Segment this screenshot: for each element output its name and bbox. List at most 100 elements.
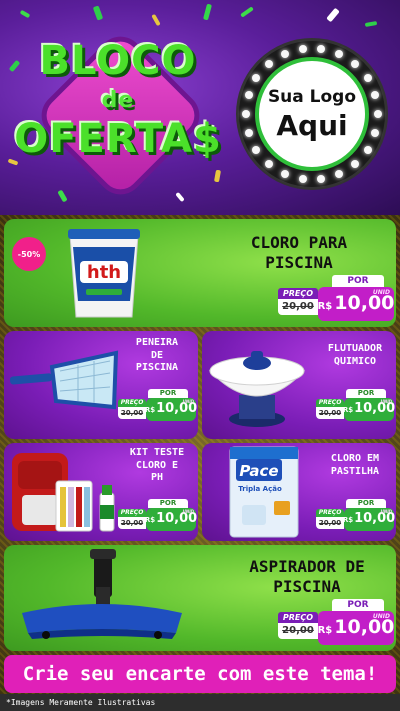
confetti	[364, 20, 378, 28]
product-name-line-1: CLORO EM	[330, 453, 380, 464]
bag-subtitle-text: Tripla Ação	[238, 485, 282, 493]
chlorine-tablets-bag-icon: Pace Tripla Ação	[228, 445, 300, 539]
logo-light-dot	[335, 170, 344, 179]
por-label: POR	[332, 599, 384, 611]
product-name-line-2: QUIMICO	[333, 355, 377, 367]
currency-symbol: R$	[342, 516, 354, 524]
confetti	[19, 9, 31, 19]
logo-light-dot	[298, 175, 307, 184]
logo-circle: Sua Logo Aqui	[255, 57, 369, 171]
test-kit-icon	[8, 447, 120, 537]
por-label: POR	[346, 389, 386, 398]
old-price: 20,00	[278, 623, 318, 639]
old-price: 20,00	[316, 517, 344, 529]
new-price: R$ 10,00 UNID	[144, 508, 197, 531]
unit-label: UNID	[182, 509, 194, 514]
product-card-peneira-de-piscina[interactable]: PENEIRA DE PISCINA POR PREÇO 20,00 R$ 10…	[4, 331, 198, 439]
logo-light-dot	[298, 44, 307, 53]
product-name: PENEIRA DE PISCINA	[116, 337, 198, 375]
logo-light-dot	[264, 60, 273, 69]
title-line-3: OFERTA$	[14, 116, 222, 162]
new-price: R$ 10,00 UNID	[318, 287, 394, 321]
logo-light-dot	[351, 159, 360, 168]
unit-label: UNID	[372, 289, 390, 296]
product-card-flutuador-quimico[interactable]: FLUTUADOR QUIMICO POR PREÇO 20,00 R$ 10,…	[202, 331, 396, 439]
logo-light-dot	[252, 74, 261, 83]
preco-label: PREÇO	[316, 399, 344, 407]
logo-light-dot	[371, 91, 380, 100]
new-price: R$ 10,00 UNID	[318, 611, 394, 645]
product-card-kit-teste[interactable]: KIT TESTE CLORO E PH POR PREÇO 20,00 R$ …	[4, 443, 198, 541]
new-price: R$ 10,00 UNID	[342, 508, 395, 531]
header-banner: BLOCO de OFERTA$ Sua Logo Aqui	[0, 0, 400, 215]
product-name-line-2: PISCINA	[265, 253, 333, 272]
product-name-line-2: PISCINA	[273, 577, 341, 596]
logo-light-dot	[351, 60, 360, 69]
bag-brand-text: Pace	[239, 462, 278, 480]
product-name-line-2: DE	[150, 349, 164, 361]
title-line-1: BLOCO	[39, 38, 197, 84]
product-name-line-3: PH	[150, 472, 164, 483]
currency-symbol: R$	[342, 406, 354, 414]
por-label: POR	[148, 389, 188, 398]
unit-label: UNID	[380, 509, 392, 514]
product-name-line-2: CLORO E	[135, 459, 179, 471]
preco-label: PREÇO	[278, 612, 318, 623]
preco-label: PREÇO	[278, 288, 318, 299]
product-name-line-1: PENEIRA	[135, 337, 179, 348]
product-name-line-1: CLORO PARA	[250, 233, 348, 252]
price-tag: POR PREÇO 20,00 R$ 10,00 UNID	[316, 389, 395, 423]
old-price: 20,00	[278, 299, 318, 315]
preco-label: PREÇO	[118, 509, 146, 517]
price-tag: POR PREÇO 20,00 R$ 10,00 UNID	[278, 275, 394, 323]
product-name: KIT TESTE CLORO E PH	[116, 447, 198, 485]
confetti	[92, 5, 104, 21]
currency-symbol: R$	[144, 516, 156, 524]
old-price: 20,00	[316, 407, 344, 419]
confetti	[57, 189, 68, 203]
unit-label: UNID	[182, 399, 194, 404]
logo-light-dot	[242, 110, 250, 118]
product-card-aspirador-de-piscina[interactable]: ASPIRADOR DE PISCINA POR PREÇO 20,00 R$ …	[4, 545, 396, 651]
product-name-line-1: FLUTUADOR	[327, 343, 383, 354]
price-tag: POR PREÇO 20,00 R$ 10,00 UNID	[316, 499, 395, 533]
por-label: POR	[148, 499, 188, 508]
currency-symbol: R$	[317, 625, 333, 636]
discount-badge: -50%	[12, 237, 46, 271]
unit-label: UNID	[372, 613, 390, 620]
disclaimer-text: *Imagens Meramente Ilustrativas	[0, 694, 400, 711]
por-label: POR	[346, 499, 386, 508]
cta-banner[interactable]: Crie seu encarte com este tema!	[4, 655, 396, 693]
logo-light-dot	[335, 49, 344, 58]
product-name-line-3: PISCINA	[135, 362, 179, 373]
currency-symbol: R$	[317, 301, 333, 312]
preco-label: PREÇO	[118, 399, 146, 407]
logo-line-1: Sua Logo	[267, 86, 357, 107]
old-price: 20,00	[118, 407, 146, 419]
logo-light-dot	[363, 74, 372, 83]
confetti	[175, 191, 185, 203]
product-name: ASPIRADOR DE PISCINA	[224, 557, 390, 597]
product-card-cloro-em-pastilha[interactable]: Pace Tripla Ação CLORO EM PASTILHA POR P…	[202, 443, 396, 541]
logo-light-dot	[252, 145, 261, 154]
logo-light-dot	[280, 170, 289, 179]
logo-light-dot	[280, 49, 289, 58]
product-name: CLORO EM PASTILHA	[314, 453, 396, 478]
confetti	[326, 7, 340, 23]
logo-light-dot	[363, 145, 372, 154]
price-tag: POR PREÇO 20,00 R$ 10,00 UNID	[278, 599, 394, 647]
new-price: R$ 10,00 UNID	[144, 398, 197, 421]
product-name-line-2: PASTILHA	[330, 465, 380, 477]
product-name: CLORO PARA PISCINA	[224, 233, 374, 273]
currency-symbol: R$	[144, 406, 156, 414]
chemical-floater-icon	[202, 337, 312, 433]
product-name-line-1: ASPIRADOR DE	[249, 557, 365, 576]
new-price: R$ 10,00 UNID	[342, 398, 395, 421]
preco-label: PREÇO	[316, 509, 344, 517]
confetti	[151, 13, 161, 27]
product-card-cloro-para-piscina[interactable]: -50% hth CLORO PARA PISCINA POR PREÇO 20…	[4, 219, 396, 327]
price-tag: POR PREÇO 20,00 R$ 10,00 UNID	[118, 499, 197, 533]
logo-light-dot	[244, 128, 253, 137]
bloco-de-ofertas-title: BLOCO de OFERTA$	[8, 30, 228, 197]
logo-placeholder[interactable]: Sua Logo Aqui	[236, 38, 388, 190]
